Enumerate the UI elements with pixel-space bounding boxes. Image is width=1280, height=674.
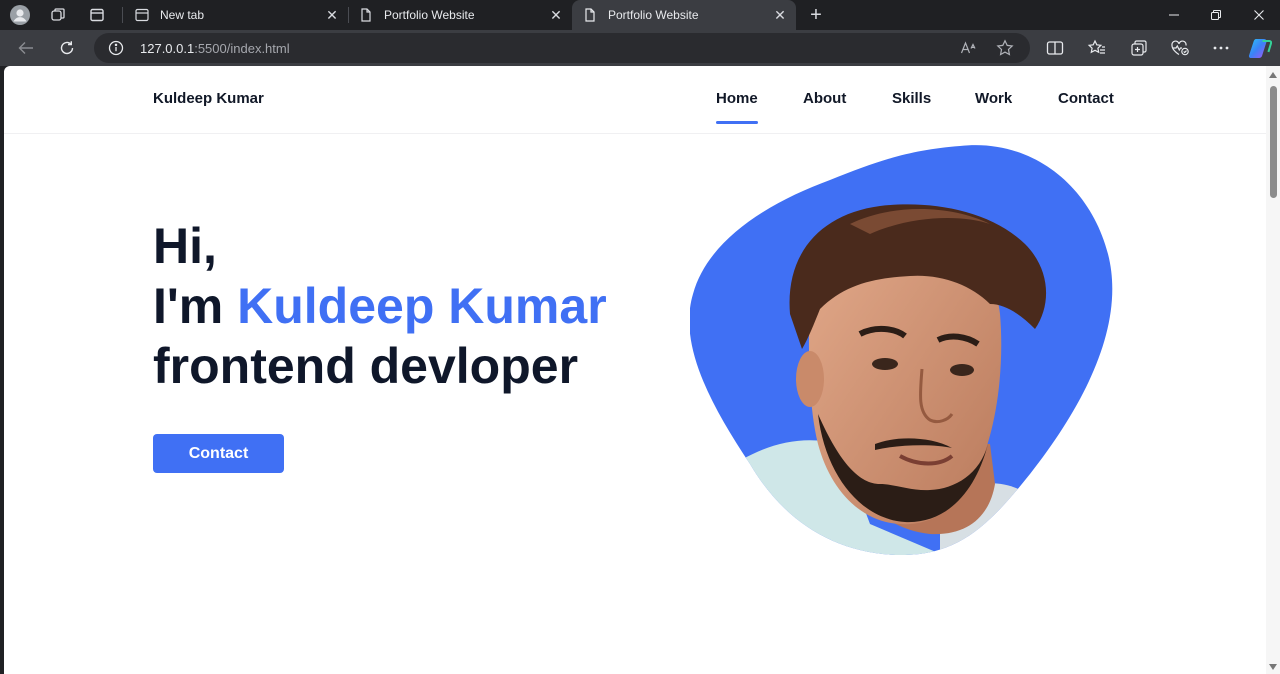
site-header: Kuldeep Kumar Home About Skills Work Con…	[4, 66, 1266, 134]
close-icon[interactable]: ✕	[322, 5, 342, 25]
minimize-icon[interactable]	[1160, 4, 1188, 26]
copilot-icon[interactable]	[1247, 37, 1273, 59]
window-close-icon[interactable]	[1245, 4, 1273, 26]
scrollbar-thumb[interactable]	[1270, 86, 1277, 198]
back-arrow-icon[interactable]	[13, 36, 39, 60]
hero-name: Kuldeep Kumar	[237, 278, 607, 334]
heart-pulse-icon[interactable]	[1169, 37, 1191, 59]
url-text: 127.0.0.1:5500/index.html	[140, 41, 290, 56]
hero-intro-prefix: I'm	[153, 278, 238, 334]
close-icon[interactable]: ✕	[770, 5, 790, 25]
favorites-icon[interactable]	[1086, 37, 1108, 59]
nav-contact[interactable]: Contact	[1058, 90, 1114, 107]
read-aloud-icon[interactable]	[958, 38, 980, 58]
url-path: :5500/index.html	[194, 41, 290, 56]
browser-toolbar: 127.0.0.1:5500/index.html	[0, 30, 1280, 66]
new-tab-button[interactable]: +	[805, 4, 827, 26]
tab-actions-icon[interactable]	[86, 5, 108, 25]
tab-divider	[348, 7, 349, 23]
document-icon	[582, 7, 598, 23]
page-scrollbar[interactable]	[1266, 66, 1280, 674]
tab-strip: New tab ✕ Portfolio Website ✕ Portfolio …	[0, 0, 1280, 30]
address-bar[interactable]: 127.0.0.1:5500/index.html	[94, 33, 1030, 63]
close-icon[interactable]: ✕	[546, 5, 566, 25]
avatar-icon[interactable]	[9, 5, 31, 25]
tab-portfolio-website-active[interactable]: Portfolio Website ✕	[572, 0, 796, 30]
nav-home[interactable]: Home	[716, 90, 758, 107]
info-icon[interactable]	[108, 40, 124, 56]
site-logo[interactable]: Kuldeep Kumar	[153, 90, 264, 107]
new-tab-page-icon	[134, 7, 150, 23]
tab-portfolio-website[interactable]: Portfolio Website ✕	[350, 0, 572, 30]
url-host: 127.0.0.1	[140, 41, 195, 56]
tab-title: Portfolio Website	[384, 8, 475, 22]
scroll-up-arrow-icon[interactable]	[1269, 72, 1277, 78]
more-icon[interactable]	[1210, 37, 1232, 59]
tab-title: Portfolio Website	[608, 8, 699, 22]
nav-about[interactable]: About	[803, 90, 846, 107]
tab-new-tab[interactable]: New tab ✕	[126, 0, 348, 30]
workspaces-icon[interactable]	[47, 5, 69, 25]
nav-skills[interactable]: Skills	[892, 90, 931, 107]
page-viewport: Kuldeep Kumar Home About Skills Work Con…	[4, 66, 1280, 674]
scroll-down-arrow-icon[interactable]	[1269, 664, 1277, 670]
split-screen-icon[interactable]	[1044, 37, 1066, 59]
hero-intro-line: I'm Kuldeep Kumar	[153, 276, 607, 336]
restore-icon[interactable]	[1202, 4, 1230, 26]
tab-divider	[122, 7, 123, 23]
star-icon[interactable]	[994, 38, 1016, 58]
hero-greeting: Hi,	[153, 218, 217, 274]
contact-button[interactable]: Contact	[153, 434, 284, 473]
active-nav-indicator	[716, 121, 758, 124]
collections-icon[interactable]	[1128, 37, 1150, 59]
refresh-icon[interactable]	[54, 36, 80, 60]
nav-work[interactable]: Work	[975, 90, 1012, 107]
hero-heading: Hi, I'm Kuldeep Kumar frontend devloper	[153, 216, 607, 396]
tab-title: New tab	[160, 8, 205, 22]
document-icon	[358, 7, 374, 23]
profile-blob	[690, 144, 1116, 558]
hero-role: frontend devloper	[153, 338, 579, 394]
